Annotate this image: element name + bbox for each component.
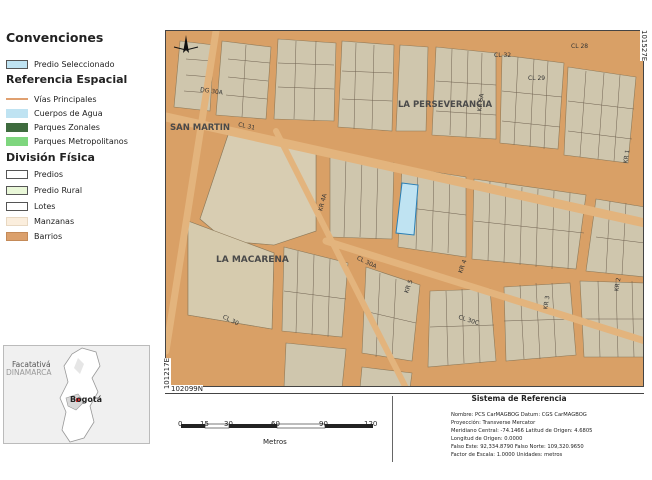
ref-line: Falso Este: 92,334.8790 Falso Norte: 109… <box>451 444 584 450</box>
manzanas-swatch <box>6 216 28 226</box>
barrios-swatch <box>6 231 28 241</box>
street-label: CL 29 <box>528 75 546 82</box>
spatial-ref-title: Referencia Espacial <box>6 73 128 86</box>
scale-tick: 90 <box>319 420 328 428</box>
scale-tick: 0 <box>178 420 183 428</box>
water-swatch <box>6 108 28 118</box>
overview-label-dinamarca: DINAMARCA <box>6 368 52 377</box>
legend-panel: Convenciones Predio Seleccionado Referen… <box>0 0 165 340</box>
ref-line: Factor de Escala: 1.0000 Unidades: metro… <box>451 452 563 458</box>
legend-item-vias: Vías Principales <box>6 93 97 105</box>
legend-title: Convenciones <box>6 30 104 45</box>
scale-tick: 30 <box>224 420 233 428</box>
scale-tick: 120 <box>364 420 378 428</box>
rural-swatch <box>6 185 28 195</box>
ref-line: Proyección: Transverse Mercator <box>451 420 536 426</box>
ref-line: Nombre: PCS CarMAGBOG Datum: CGS CarMAGB… <box>451 412 587 418</box>
road-line-swatch <box>6 98 28 100</box>
ref-line: Meridiano Central: -74.1466 Latitud de O… <box>451 428 593 434</box>
scale-bar-svg <box>181 423 373 429</box>
ref-line: Longitud de Origen: 0.0000 <box>451 436 523 442</box>
coord-bottom-y: 102099N <box>171 385 203 393</box>
reference-system-title: Sistema de Referencia <box>471 394 567 403</box>
overview-label-bogota: Bogotá <box>70 395 103 404</box>
scale-unit: Metros <box>263 438 287 446</box>
scale-bar: 0 15 30 60 90 120 Metros <box>165 394 390 464</box>
legend-selected-label: Predio Seleccionado <box>34 59 115 69</box>
legend-label: Lotes <box>34 201 56 211</box>
lotes-swatch <box>6 201 28 211</box>
selected-swatch <box>6 59 28 69</box>
legend-item-metro: Parques Metropolitanos <box>6 135 128 147</box>
predios-swatch <box>6 169 28 179</box>
overview-map: Facatativá DINAMARCA Bogotá <box>3 345 150 444</box>
legend-label: Parques Metropolitanos <box>34 136 128 146</box>
legend-label: Cuerpos de Agua <box>34 108 103 118</box>
park-zonal-swatch <box>6 122 28 132</box>
legend-item-rural: Predio Rural <box>6 184 82 196</box>
legend-label: Barrios <box>34 231 63 241</box>
map-svg <box>166 31 643 386</box>
physical-title: División Física <box>6 151 95 164</box>
main-map: SAN MARTIN LA PERSEVERANCIA LA MACARENA … <box>165 30 644 387</box>
coord-bottom-left: 101217E <box>163 358 171 390</box>
label-macarena: LA MACARENA <box>216 255 289 265</box>
park-metro-swatch <box>6 136 28 146</box>
legend-label: Manzanas <box>34 216 75 226</box>
coord-top-right: 101527E <box>640 30 648 62</box>
street-label: CL 28 <box>571 43 589 50</box>
scale-tick: 15 <box>200 420 209 428</box>
scale-tick: 60 <box>271 420 280 428</box>
legend-item-barrios: Barrios <box>6 230 62 242</box>
legend-label: Predios <box>34 169 64 179</box>
legend-item-selected: Predio Seleccionado <box>6 58 114 70</box>
map-footer: 0 15 30 60 90 120 Metros Sistema de Refe… <box>165 393 644 464</box>
street-label: CL 32 <box>494 52 512 59</box>
legend-label: Vías Principales <box>34 94 97 104</box>
legend-label: Predio Rural <box>34 185 83 195</box>
reference-system: Sistema de Referencia Nombre: PCS CarMAG… <box>392 394 645 462</box>
legend-item-lotes: Lotes <box>6 200 55 212</box>
legend-item-predios: Predios <box>6 168 63 180</box>
label-san-martin: SAN MARTIN <box>170 123 231 133</box>
legend-item-manzanas: Manzanas <box>6 215 74 227</box>
legend-label: Parques Zonales <box>34 122 100 132</box>
legend-item-agua: Cuerpos de Agua <box>6 107 103 119</box>
legend-item-zonales: Parques Zonales <box>6 121 100 133</box>
